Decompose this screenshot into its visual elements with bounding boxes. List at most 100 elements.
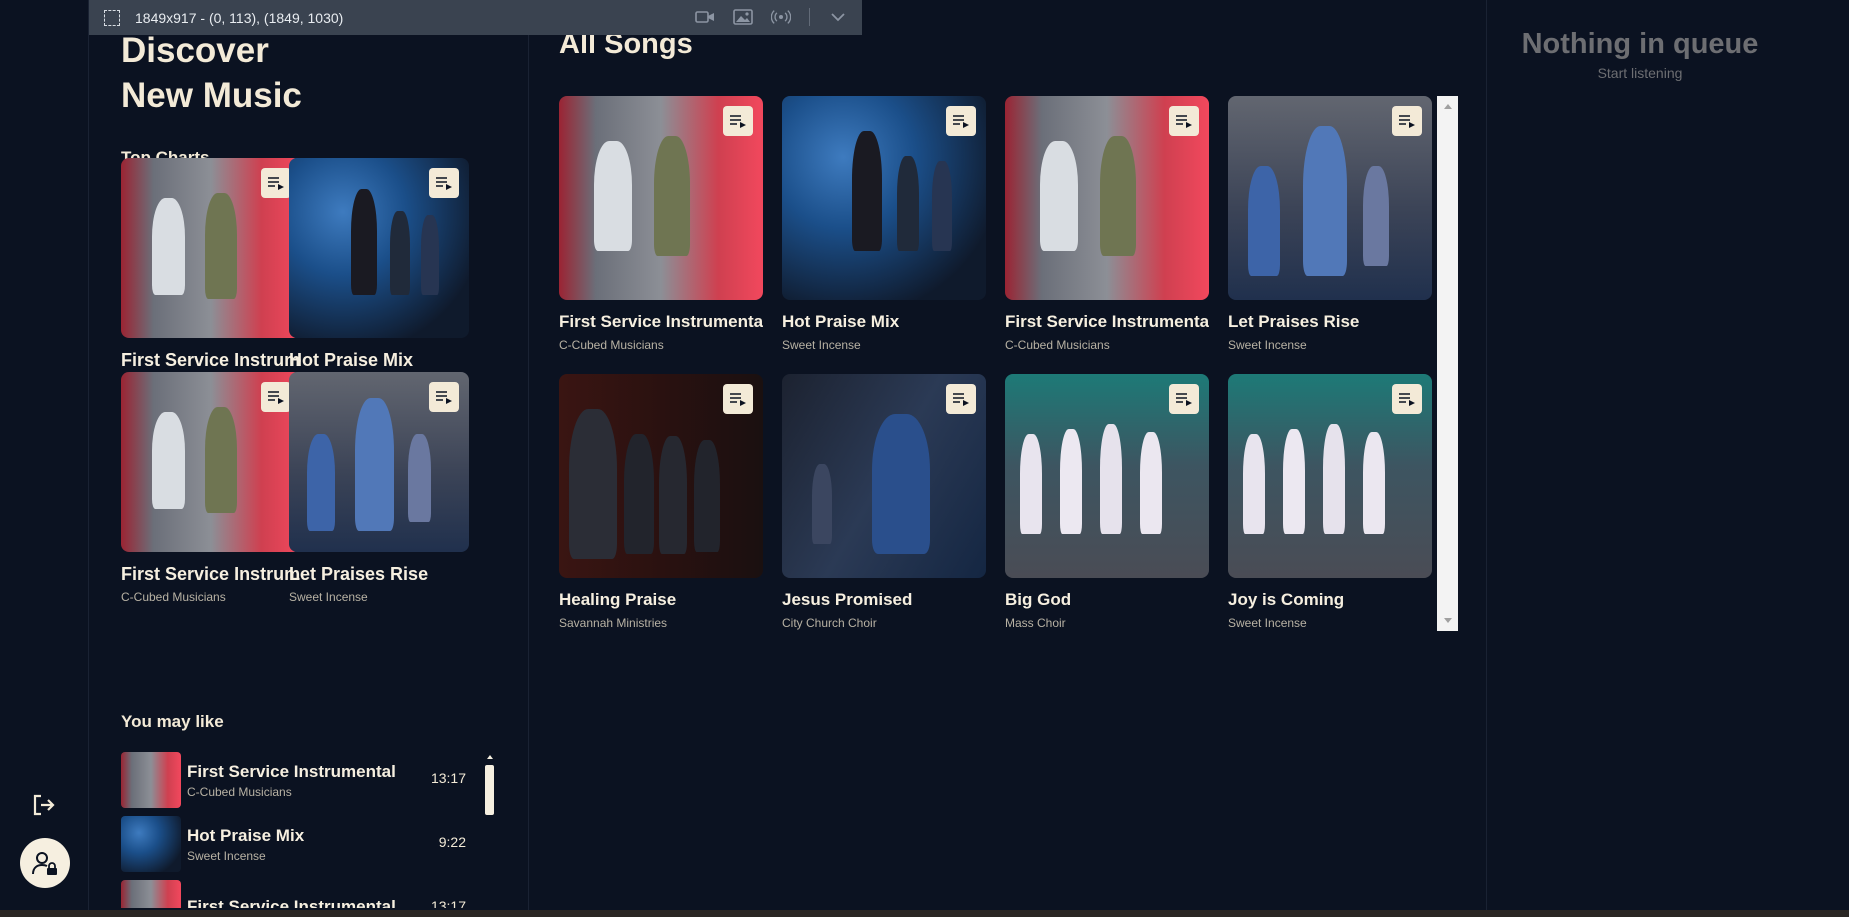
song-artist: Sweet Incense — [1228, 338, 1307, 352]
you-may-like-scrollbar[interactable] — [485, 755, 494, 815]
thumbnail-figure — [1060, 429, 1082, 534]
add-to-queue-icon — [730, 393, 746, 406]
scroll-thumb[interactable] — [485, 765, 494, 815]
song-title[interactable]: Let Praises Rise — [1228, 312, 1432, 332]
song-card[interactable]: First Service Instrumental C-Cubed Musici… — [1005, 96, 1209, 352]
song-card[interactable]: Healing Praise Savannah Ministries — [559, 374, 763, 630]
song-title[interactable]: Big God — [1005, 590, 1209, 610]
thumbnail-figure — [1248, 166, 1280, 276]
scroll-down-arrow-icon[interactable] — [1444, 618, 1452, 623]
add-to-queue-button[interactable] — [1392, 384, 1422, 414]
add-to-queue-button[interactable] — [261, 382, 291, 412]
song-artist: Sweet Incense — [1228, 616, 1307, 630]
thumbnail-figure — [306, 433, 335, 531]
broadcast-icon[interactable] — [771, 7, 791, 27]
song-artist: Sweet Incense — [289, 590, 368, 604]
queue-empty-subtitle: Start listening — [1597, 65, 1683, 81]
song-title[interactable]: Healing Praise — [559, 590, 763, 610]
thumbnail-figure — [897, 156, 919, 251]
profile-button[interactable] — [20, 838, 70, 888]
song-card[interactable]: Jesus Promised City Church Choir — [782, 374, 986, 630]
add-to-queue-button[interactable] — [429, 382, 459, 412]
add-to-queue-button[interactable] — [1392, 106, 1422, 136]
song-title[interactable]: First Service Instrumental — [121, 350, 301, 371]
song-thumbnail[interactable] — [559, 374, 763, 578]
profile-lock-icon — [32, 852, 57, 875]
thumbnail-figure — [1363, 432, 1385, 534]
taskbar-edge — [0, 910, 1849, 917]
list-item[interactable]: First Service Instrumental 13:17 — [121, 876, 466, 908]
song-artist: C-Cubed Musicians — [121, 590, 226, 604]
song-thumbnail[interactable] — [1005, 374, 1209, 578]
top-chart-card[interactable]: First Service InstrumentalC-Cubed Musici… — [121, 158, 301, 390]
thumbnail-figure — [204, 193, 237, 300]
add-to-queue-button[interactable] — [723, 384, 753, 414]
queue-empty-state: Nothing in queue Start listening — [1488, 28, 1792, 81]
song-artist: Savannah Ministries — [559, 616, 668, 630]
top-chart-card[interactable]: First Service Instrumental C-Cubed Musici… — [121, 372, 301, 604]
song-title[interactable]: Hot Praise Mix — [289, 350, 469, 371]
chevron-down-icon[interactable] — [828, 7, 848, 27]
add-to-queue-icon — [1399, 393, 1415, 406]
scroll-up-arrow-icon[interactable] — [487, 755, 493, 759]
song-title[interactable]: Hot Praise Mix — [782, 312, 986, 332]
song-thumbnail[interactable] — [782, 96, 986, 300]
song-title: First Service Instrumental — [187, 761, 396, 781]
song-card[interactable]: Joy is Coming Sweet Incense — [1228, 374, 1432, 630]
thumbnail-figure — [659, 436, 687, 554]
song-title[interactable]: First Service Instrumental — [121, 564, 301, 585]
scroll-up-arrow-icon[interactable] — [1444, 104, 1452, 109]
song-title[interactable]: First Service Instrumental — [1005, 312, 1209, 332]
add-to-queue-button[interactable] — [429, 168, 459, 198]
song-artist: Sweet Incense — [187, 848, 266, 863]
thumbnail-figure — [355, 398, 394, 531]
song-thumbnail[interactable] — [121, 372, 301, 552]
add-to-queue-icon — [1176, 115, 1192, 128]
song-artist: Mass Choir — [1005, 616, 1066, 630]
song-thumbnail[interactable] — [1228, 374, 1432, 578]
thumbnail-figure — [421, 215, 439, 295]
thumbnail-figure — [932, 161, 952, 251]
thumbnail-figure — [151, 197, 186, 295]
add-to-queue-button[interactable] — [1169, 106, 1199, 136]
add-to-queue-button[interactable] — [946, 384, 976, 414]
add-to-queue-button[interactable] — [1169, 384, 1199, 414]
thumbnail-figure — [1243, 434, 1265, 534]
capture-actions — [695, 7, 848, 27]
thumbnail-figure — [1100, 136, 1136, 256]
songs-scrollbar[interactable] — [1437, 96, 1458, 631]
add-to-queue-button[interactable] — [723, 106, 753, 136]
song-card[interactable]: Let Praises Rise Sweet Incense — [1228, 96, 1432, 352]
song-thumbnail[interactable] — [782, 374, 986, 578]
thumbnail-figure — [812, 464, 832, 544]
selection-icon — [104, 9, 120, 26]
songs-grid: First Service Instrumental C-Cubed Musici… — [559, 96, 1487, 631]
logout-icon[interactable] — [30, 791, 58, 819]
song-title[interactable]: Let Praises Rise — [289, 564, 469, 585]
add-to-queue-button[interactable] — [261, 168, 291, 198]
image-icon[interactable] — [733, 7, 753, 27]
song-title[interactable]: Jesus Promised — [782, 590, 986, 610]
song-title[interactable]: Joy is Coming — [1228, 590, 1432, 610]
list-item[interactable]: First Service Instrumental C-Cubed Musici… — [121, 748, 466, 812]
top-chart-card[interactable]: Let Praises Rise Sweet Incense — [289, 372, 469, 604]
song-thumbnail[interactable] — [289, 372, 469, 552]
add-to-queue-button[interactable] — [946, 106, 976, 136]
top-chart-card[interactable]: Hot Praise MixSweet Incense — [289, 158, 469, 390]
song-card[interactable]: Big God Mass Choir — [1005, 374, 1209, 630]
thumbnail-figure — [569, 409, 617, 559]
video-icon[interactable] — [695, 7, 715, 27]
discover-panel: Discover New Music Top Charts First Serv… — [90, 0, 529, 917]
song-thumbnail — [121, 816, 181, 872]
song-thumbnail[interactable] — [121, 158, 301, 338]
song-card[interactable]: Hot Praise Mix Sweet Incense — [782, 96, 986, 352]
song-card[interactable]: First Service Instrumental C-Cubed Musici… — [559, 96, 763, 352]
song-thumbnail[interactable] — [559, 96, 763, 300]
capture-toolbar: 1849x917 - (0, 113), (1849, 1030) — [89, 0, 862, 35]
song-thumbnail[interactable] — [1005, 96, 1209, 300]
song-thumbnail[interactable] — [1228, 96, 1432, 300]
list-item[interactable]: Hot Praise Mix Sweet Incense 9:22 — [121, 812, 466, 876]
song-thumbnail[interactable] — [289, 158, 469, 338]
song-title[interactable]: First Service Instrumental — [559, 312, 763, 332]
song-thumbnail — [121, 880, 181, 908]
